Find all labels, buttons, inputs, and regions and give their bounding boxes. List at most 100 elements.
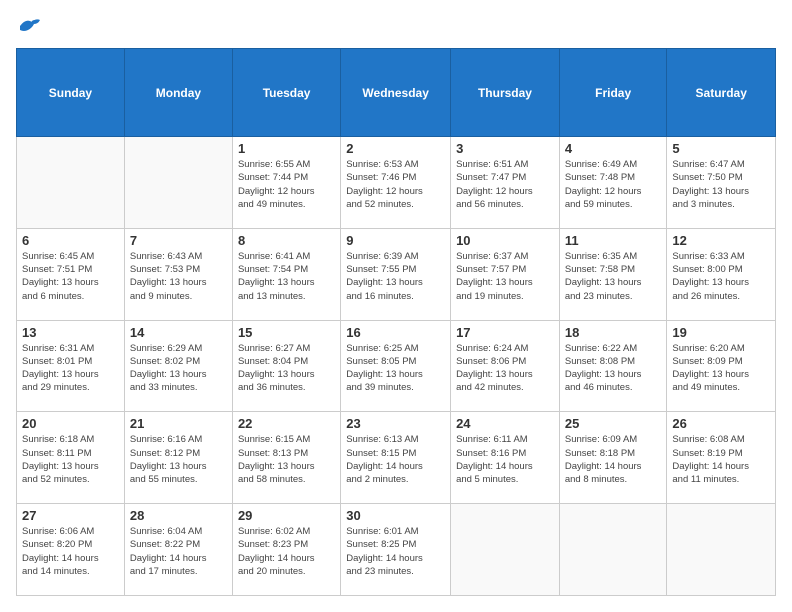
day-info: Sunrise: 6:27 AM Sunset: 8:04 PM Dayligh… bbox=[238, 342, 335, 395]
day-number: 25 bbox=[565, 416, 662, 431]
day-info: Sunrise: 6:33 AM Sunset: 8:00 PM Dayligh… bbox=[672, 250, 770, 303]
day-info: Sunrise: 6:43 AM Sunset: 7:53 PM Dayligh… bbox=[130, 250, 227, 303]
day-info: Sunrise: 6:35 AM Sunset: 7:58 PM Dayligh… bbox=[565, 250, 662, 303]
day-number: 14 bbox=[130, 325, 227, 340]
day-number: 12 bbox=[672, 233, 770, 248]
day-info: Sunrise: 6:51 AM Sunset: 7:47 PM Dayligh… bbox=[456, 158, 554, 211]
day-number: 28 bbox=[130, 508, 227, 523]
day-info: Sunrise: 6:29 AM Sunset: 8:02 PM Dayligh… bbox=[130, 342, 227, 395]
weekday-header-monday: Monday bbox=[124, 49, 232, 137]
day-cell-22: 22 Sunrise: 6:15 AM Sunset: 8:13 PM Dayli… bbox=[232, 412, 340, 504]
day-info: Sunrise: 6:37 AM Sunset: 7:57 PM Dayligh… bbox=[456, 250, 554, 303]
day-number: 10 bbox=[456, 233, 554, 248]
day-cell-11: 11 Sunrise: 6:35 AM Sunset: 7:58 PM Dayli… bbox=[559, 228, 667, 320]
day-number: 5 bbox=[672, 141, 770, 156]
day-number: 24 bbox=[456, 416, 554, 431]
weekday-header-sunday: Sunday bbox=[17, 49, 125, 137]
week-row-5: 27 Sunrise: 6:06 AM Sunset: 8:20 PM Dayli… bbox=[17, 504, 776, 596]
day-info: Sunrise: 6:49 AM Sunset: 7:48 PM Dayligh… bbox=[565, 158, 662, 211]
day-info: Sunrise: 6:22 AM Sunset: 8:08 PM Dayligh… bbox=[565, 342, 662, 395]
day-cell-empty-0-1 bbox=[124, 137, 232, 229]
day-info: Sunrise: 6:08 AM Sunset: 8:19 PM Dayligh… bbox=[672, 433, 770, 486]
day-number: 8 bbox=[238, 233, 335, 248]
day-cell-empty-4-4 bbox=[451, 504, 560, 596]
day-number: 20 bbox=[22, 416, 119, 431]
day-info: Sunrise: 6:18 AM Sunset: 8:11 PM Dayligh… bbox=[22, 433, 119, 486]
day-number: 7 bbox=[130, 233, 227, 248]
day-info: Sunrise: 6:24 AM Sunset: 8:06 PM Dayligh… bbox=[456, 342, 554, 395]
day-cell-20: 20 Sunrise: 6:18 AM Sunset: 8:11 PM Dayli… bbox=[17, 412, 125, 504]
page: SundayMondayTuesdayWednesdayThursdayFrid… bbox=[0, 0, 792, 612]
week-row-4: 20 Sunrise: 6:18 AM Sunset: 8:11 PM Dayli… bbox=[17, 412, 776, 504]
day-cell-17: 17 Sunrise: 6:24 AM Sunset: 8:06 PM Dayli… bbox=[451, 320, 560, 412]
day-info: Sunrise: 6:39 AM Sunset: 7:55 PM Dayligh… bbox=[346, 250, 445, 303]
day-number: 27 bbox=[22, 508, 119, 523]
day-cell-29: 29 Sunrise: 6:02 AM Sunset: 8:23 PM Dayli… bbox=[232, 504, 340, 596]
day-number: 18 bbox=[565, 325, 662, 340]
day-cell-18: 18 Sunrise: 6:22 AM Sunset: 8:08 PM Dayli… bbox=[559, 320, 667, 412]
day-info: Sunrise: 6:31 AM Sunset: 8:01 PM Dayligh… bbox=[22, 342, 119, 395]
header bbox=[16, 16, 776, 36]
logo-bird-icon bbox=[18, 16, 42, 36]
weekday-header-tuesday: Tuesday bbox=[232, 49, 340, 137]
day-cell-6: 6Sunrise: 6:45 AM Sunset: 7:51 PM Daylig… bbox=[17, 228, 125, 320]
day-cell-16: 16Sunrise: 6:25 AM Sunset: 8:05 PM Dayli… bbox=[341, 320, 451, 412]
day-cell-15: 15 Sunrise: 6:27 AM Sunset: 8:04 PM Dayli… bbox=[232, 320, 340, 412]
day-number: 15 bbox=[238, 325, 335, 340]
week-row-1: 1 Sunrise: 6:55 AM Sunset: 7:44 PM Daylig… bbox=[17, 137, 776, 229]
day-cell-empty-0-0 bbox=[17, 137, 125, 229]
day-number: 30 bbox=[346, 508, 445, 523]
weekday-header-thursday: Thursday bbox=[451, 49, 560, 137]
weekday-header-saturday: Saturday bbox=[667, 49, 776, 137]
day-cell-5: 5 Sunrise: 6:47 AM Sunset: 7:50 PM Daylig… bbox=[667, 137, 776, 229]
day-info: Sunrise: 6:47 AM Sunset: 7:50 PM Dayligh… bbox=[672, 158, 770, 211]
day-number: 1 bbox=[238, 141, 335, 156]
day-cell-19: 19Sunrise: 6:20 AM Sunset: 8:09 PM Dayli… bbox=[667, 320, 776, 412]
calendar-table: SundayMondayTuesdayWednesdayThursdayFrid… bbox=[16, 48, 776, 596]
day-info: Sunrise: 6:16 AM Sunset: 8:12 PM Dayligh… bbox=[130, 433, 227, 486]
weekday-header-friday: Friday bbox=[559, 49, 667, 137]
day-cell-4: 4Sunrise: 6:49 AM Sunset: 7:48 PM Daylig… bbox=[559, 137, 667, 229]
day-cell-13: 13Sunrise: 6:31 AM Sunset: 8:01 PM Dayli… bbox=[17, 320, 125, 412]
day-number: 26 bbox=[672, 416, 770, 431]
day-info: Sunrise: 6:41 AM Sunset: 7:54 PM Dayligh… bbox=[238, 250, 335, 303]
day-info: Sunrise: 6:53 AM Sunset: 7:46 PM Dayligh… bbox=[346, 158, 445, 211]
day-info: Sunrise: 6:06 AM Sunset: 8:20 PM Dayligh… bbox=[22, 525, 119, 578]
day-cell-14: 14 Sunrise: 6:29 AM Sunset: 8:02 PM Dayli… bbox=[124, 320, 232, 412]
day-cell-3: 3 Sunrise: 6:51 AM Sunset: 7:47 PM Daylig… bbox=[451, 137, 560, 229]
day-cell-21: 21Sunrise: 6:16 AM Sunset: 8:12 PM Dayli… bbox=[124, 412, 232, 504]
day-info: Sunrise: 6:01 AM Sunset: 8:25 PM Dayligh… bbox=[346, 525, 445, 578]
day-info: Sunrise: 6:55 AM Sunset: 7:44 PM Dayligh… bbox=[238, 158, 335, 211]
day-cell-27: 27 Sunrise: 6:06 AM Sunset: 8:20 PM Dayli… bbox=[17, 504, 125, 596]
day-cell-empty-4-5 bbox=[559, 504, 667, 596]
day-cell-28: 28 Sunrise: 6:04 AM Sunset: 8:22 PM Dayli… bbox=[124, 504, 232, 596]
day-number: 16 bbox=[346, 325, 445, 340]
day-number: 11 bbox=[565, 233, 662, 248]
day-cell-8: 8 Sunrise: 6:41 AM Sunset: 7:54 PM Daylig… bbox=[232, 228, 340, 320]
day-info: Sunrise: 6:13 AM Sunset: 8:15 PM Dayligh… bbox=[346, 433, 445, 486]
day-cell-25: 25 Sunrise: 6:09 AM Sunset: 8:18 PM Dayli… bbox=[559, 412, 667, 504]
day-cell-26: 26 Sunrise: 6:08 AM Sunset: 8:19 PM Dayli… bbox=[667, 412, 776, 504]
day-number: 22 bbox=[238, 416, 335, 431]
day-number: 17 bbox=[456, 325, 554, 340]
header-row: SundayMondayTuesdayWednesdayThursdayFrid… bbox=[17, 49, 776, 137]
day-number: 9 bbox=[346, 233, 445, 248]
day-number: 19 bbox=[672, 325, 770, 340]
day-info: Sunrise: 6:11 AM Sunset: 8:16 PM Dayligh… bbox=[456, 433, 554, 486]
day-number: 23 bbox=[346, 416, 445, 431]
day-info: Sunrise: 6:15 AM Sunset: 8:13 PM Dayligh… bbox=[238, 433, 335, 486]
day-number: 29 bbox=[238, 508, 335, 523]
day-info: Sunrise: 6:04 AM Sunset: 8:22 PM Dayligh… bbox=[130, 525, 227, 578]
week-row-3: 13Sunrise: 6:31 AM Sunset: 8:01 PM Dayli… bbox=[17, 320, 776, 412]
day-info: Sunrise: 6:09 AM Sunset: 8:18 PM Dayligh… bbox=[565, 433, 662, 486]
day-cell-empty-4-6 bbox=[667, 504, 776, 596]
day-number: 3 bbox=[456, 141, 554, 156]
day-info: Sunrise: 6:02 AM Sunset: 8:23 PM Dayligh… bbox=[238, 525, 335, 578]
day-cell-1: 1 Sunrise: 6:55 AM Sunset: 7:44 PM Daylig… bbox=[232, 137, 340, 229]
day-cell-2: 2 Sunrise: 6:53 AM Sunset: 7:46 PM Daylig… bbox=[341, 137, 451, 229]
day-cell-10: 10 Sunrise: 6:37 AM Sunset: 7:57 PM Dayli… bbox=[451, 228, 560, 320]
day-number: 2 bbox=[346, 141, 445, 156]
day-cell-7: 7 Sunrise: 6:43 AM Sunset: 7:53 PM Daylig… bbox=[124, 228, 232, 320]
week-row-2: 6Sunrise: 6:45 AM Sunset: 7:51 PM Daylig… bbox=[17, 228, 776, 320]
day-number: 6 bbox=[22, 233, 119, 248]
